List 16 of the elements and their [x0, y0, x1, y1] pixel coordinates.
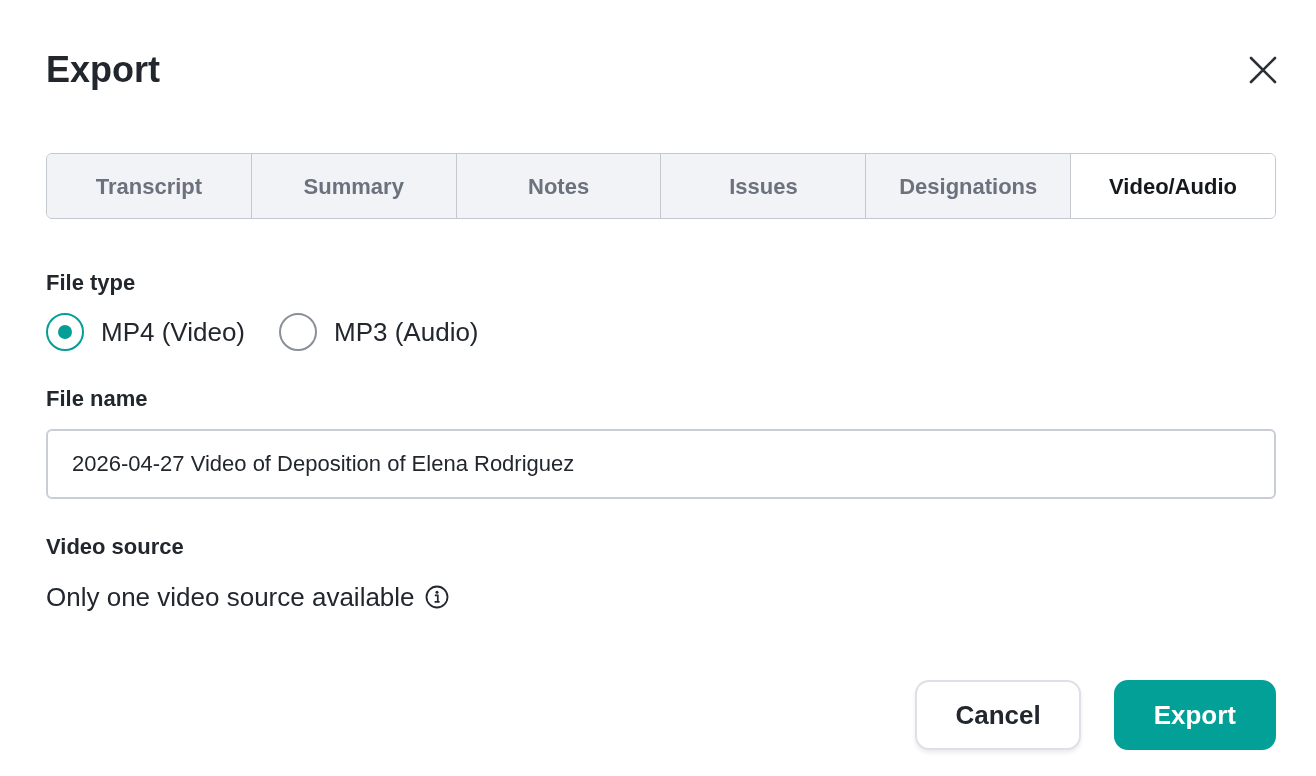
tab[interactable]: Video/Audio [1070, 154, 1275, 218]
radio-label[interactable]: MP3 (Audio) [334, 314, 479, 350]
dialog-title: Export [46, 48, 160, 92]
close-button[interactable] [1248, 55, 1278, 85]
info-icon [424, 585, 449, 609]
radio-button[interactable] [279, 313, 318, 351]
source-note: Only one video source available [46, 581, 415, 614]
radio-label[interactable]: MP4 (Video) [101, 314, 246, 350]
close-icon [1248, 55, 1278, 85]
field-label: File type [46, 269, 137, 297]
radio-button[interactable] [46, 313, 84, 351]
export-button[interactable]: Export [1113, 680, 1276, 750]
cancel-button[interactable]: Cancel [915, 680, 1081, 750]
field-label: File name [46, 385, 149, 413]
file-name-field[interactable]: 2026-04-27 Video of Deposition of Elena Rodriguez [46, 429, 1276, 499]
field-label: Video source [46, 533, 185, 561]
